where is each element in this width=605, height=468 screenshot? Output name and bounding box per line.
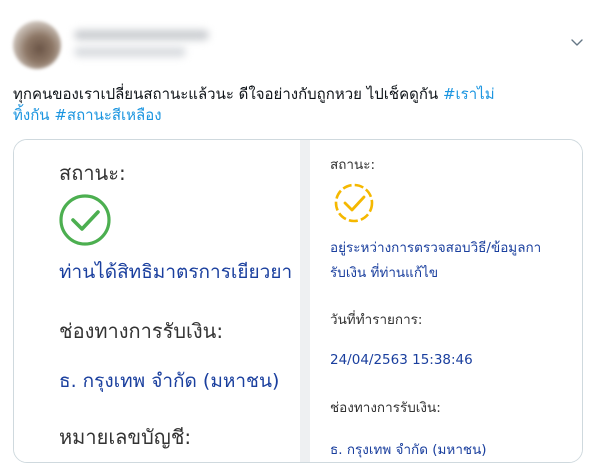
status-text: ท่านได้สิทธิมาตรการเยียวยา ! [59,261,306,283]
account-label: หมายเลขบัญชี: [59,425,192,449]
chevron-down-icon[interactable] [569,34,585,50]
avatar[interactable] [13,21,61,69]
check-circle-icon [59,194,111,246]
status-text-line2: รับเงิน ที่ท่านแก้ไข [330,265,439,281]
status-label: สถานะ: [59,161,126,185]
hashtag-link[interactable]: ทิ้งกัน [13,106,50,124]
blurred-username[interactable] [74,47,186,57]
hashtag-link[interactable]: #สถานะสีเหลือง [54,106,161,124]
date-label: วันที่ทำรายการ: [330,312,423,328]
panel-divider [300,140,310,462]
pending-check-icon [334,183,374,223]
channel-value: ธ. กรุงเทพ จำกัด (มหาชน) [330,442,487,458]
channel-value: ธ. กรุงเทพ จำกัด (มหาชน) [59,370,280,392]
tweet-body-text: ทุกคนของเราเปลี่ยนสถานะแล้วนะ ดีใจอย่างก… [13,85,443,103]
date-value: 24/04/2563 15:38:46 [330,352,473,368]
blurred-display-name[interactable] [74,30,209,40]
hashtag-link[interactable]: #เราไม่ [443,85,495,103]
tweet-text: ทุกคนของเราเปลี่ยนสถานะแล้วนะ ดีใจอย่างก… [13,84,593,126]
status-text-line1: อยู่ระหว่างการตรวจสอบวิธี/ข้อมูลกา [330,240,542,256]
right-screenshot-panel: สถานะ: อยู่ระหว่างการตรวจสอบวิธี/ข้อมูลก… [310,140,582,462]
channel-label: ช่องทางการรับเงิน: [330,400,441,416]
tweet-image[interactable]: สถานะ: ท่านได้สิทธิมาตรการเยียวยา ! ช่อง… [13,139,583,463]
status-label: สถานะ: [330,157,376,173]
left-screenshot-panel: สถานะ: ท่านได้สิทธิมาตรการเยียวยา ! ช่อง… [14,140,306,462]
channel-label: ช่องทางการรับเงิน: [59,319,224,343]
